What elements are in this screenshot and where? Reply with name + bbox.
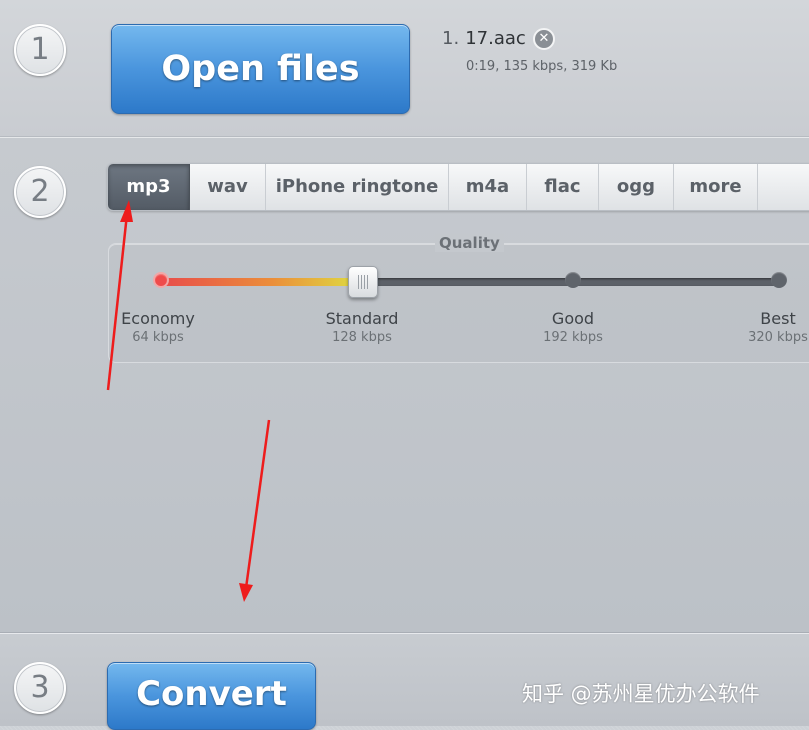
remove-file-icon[interactable]: ✕ bbox=[533, 28, 555, 50]
convert-button[interactable]: Convert bbox=[107, 662, 316, 730]
tab-wav[interactable]: wav bbox=[190, 164, 266, 210]
tab-more[interactable]: more bbox=[674, 164, 758, 210]
level-name: Good bbox=[551, 309, 595, 328]
step-3-section: 3 Convert 知乎 @苏州星优办公软件 bbox=[0, 633, 809, 730]
step-3-number: 3 bbox=[14, 662, 66, 714]
slider-stop-best[interactable] bbox=[771, 272, 787, 288]
quality-slider-fill bbox=[159, 278, 365, 286]
quality-level-standard[interactable]: Standard 128 kbps bbox=[307, 309, 417, 345]
open-files-button[interactable]: Open files bbox=[111, 24, 410, 114]
file-name: 17.aac bbox=[465, 28, 526, 49]
slider-stop-good[interactable] bbox=[565, 272, 581, 288]
file-index: 1. bbox=[442, 28, 460, 49]
file-item: 1. 17.aac bbox=[442, 28, 526, 49]
tab-m4a[interactable]: m4a bbox=[449, 164, 527, 210]
level-rate: 64 kbps bbox=[132, 330, 184, 345]
step-2-number: 2 bbox=[14, 166, 66, 218]
watermark: 知乎 @苏州星优办公软件 bbox=[522, 682, 760, 706]
step-1-number: 1 bbox=[14, 24, 66, 76]
level-name: Economy bbox=[121, 309, 195, 328]
quality-slider-track[interactable] bbox=[159, 278, 781, 286]
level-name: Best bbox=[760, 309, 796, 328]
level-rate: 128 kbps bbox=[332, 330, 392, 345]
level-name: Standard bbox=[325, 309, 399, 328]
step-1-section: 1 Open files 1. 17.aac ✕ 0:19, 135 kbps, … bbox=[0, 0, 809, 137]
slider-stop-economy[interactable] bbox=[153, 272, 169, 288]
level-rate: 320 kbps bbox=[748, 330, 808, 345]
tab-iphone-ringtone[interactable]: iPhone ringtone bbox=[266, 164, 449, 210]
format-tabs: mp3 wav iPhone ringtone m4a flac ogg mor… bbox=[107, 163, 809, 211]
quality-title: Quality bbox=[435, 234, 504, 252]
quality-level-best[interactable]: Best 320 kbps bbox=[723, 309, 809, 345]
grip-icon bbox=[358, 275, 368, 289]
step-2-section: 2 mp3 wav iPhone ringtone m4a flac ogg m… bbox=[0, 137, 809, 633]
level-rate: 192 kbps bbox=[543, 330, 603, 345]
tab-mp3[interactable]: mp3 bbox=[108, 164, 190, 210]
file-meta: 0:19, 135 kbps, 319 Kb bbox=[466, 59, 618, 74]
quality-level-good[interactable]: Good 192 kbps bbox=[518, 309, 628, 345]
quality-slider-handle[interactable] bbox=[348, 266, 378, 298]
tab-flac[interactable]: flac bbox=[527, 164, 599, 210]
quality-level-economy[interactable]: Economy 64 kbps bbox=[103, 309, 213, 345]
quality-panel: Quality Economy 64 kbps Standard 128 kbp… bbox=[108, 234, 809, 363]
tab-ogg[interactable]: ogg bbox=[599, 164, 674, 210]
